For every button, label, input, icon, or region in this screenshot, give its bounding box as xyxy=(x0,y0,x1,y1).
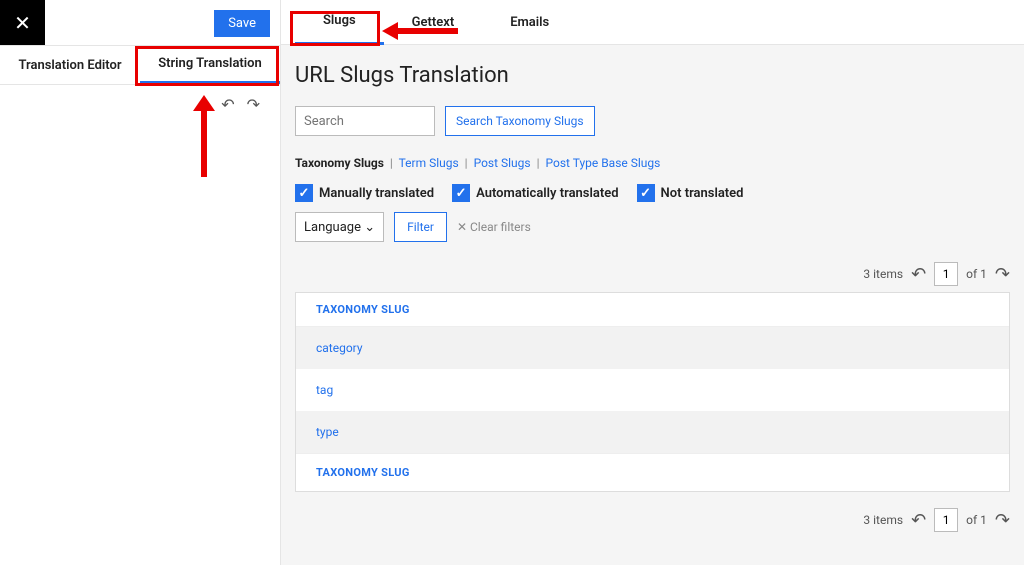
pager-of-text: of 1 xyxy=(966,513,987,527)
pager-page-input[interactable] xyxy=(934,508,958,532)
top-tab-emails[interactable]: Emails xyxy=(482,0,577,45)
table-row[interactable]: type xyxy=(296,411,1009,453)
subnav-taxonomy-slugs[interactable]: Taxonomy Slugs xyxy=(295,156,384,170)
slug-type-subnav: Taxonomy Slugs | Term Slugs | Post Slugs… xyxy=(295,156,1010,170)
save-button[interactable]: Save xyxy=(214,10,270,37)
table-footer: TAXONOMY SLUG xyxy=(296,453,1009,491)
main-area: URL Slugs Translation Search Taxonomy Sl… xyxy=(281,45,1024,565)
clear-filters[interactable]: ✕ Clear filters xyxy=(457,220,531,234)
pager-next-icon[interactable]: ↷ xyxy=(995,510,1010,531)
redo-icon[interactable]: ↷ xyxy=(247,95,260,114)
pager-next-icon[interactable]: ↷ xyxy=(995,264,1010,285)
subnav-term-slugs[interactable]: Term Slugs xyxy=(399,156,459,170)
undo-icon[interactable]: ↶ xyxy=(221,95,234,114)
subnav-post-slugs[interactable]: Post Slugs xyxy=(474,156,531,170)
checkbox-icon xyxy=(637,184,655,202)
undo-redo-group: ↶ ↷ xyxy=(221,95,260,114)
page-title: URL Slugs Translation xyxy=(295,63,1010,88)
pager-top: 3 items ↶ of 1 ↷ xyxy=(295,262,1010,286)
top-tab-gettext[interactable]: Gettext xyxy=(384,0,483,45)
pager-prev-icon[interactable]: ↶ xyxy=(911,264,926,285)
tab-translation-editor[interactable]: Translation Editor xyxy=(0,46,140,84)
search-taxonomy-button[interactable]: Search Taxonomy Slugs xyxy=(445,106,595,136)
tab-string-translation[interactable]: String Translation xyxy=(140,46,280,84)
top-tab-slugs[interactable]: Slugs xyxy=(295,0,384,45)
pager-bottom: 3 items ↶ of 1 ↷ xyxy=(295,508,1010,532)
slug-table: TAXONOMY SLUG category tag type TAXONOMY… xyxy=(295,292,1010,492)
close-icon: ✕ xyxy=(14,11,31,35)
table-row[interactable]: category xyxy=(296,327,1009,369)
check-automatically-translated[interactable]: Automatically translated xyxy=(452,184,618,202)
pager-of-text: of 1 xyxy=(966,267,987,281)
right-panel: Slugs Gettext Emails URL Slugs Translati… xyxy=(281,0,1024,565)
close-button[interactable]: ✕ xyxy=(0,0,45,45)
check-not-translated[interactable]: Not translated xyxy=(637,184,744,202)
checkbox-icon xyxy=(295,184,313,202)
left-panel: ✕ Save Translation Editor String Transla… xyxy=(0,0,281,565)
chevron-down-icon: ⌄ xyxy=(364,220,375,235)
language-select[interactable]: Language ⌄ xyxy=(295,212,384,242)
check-manually-translated[interactable]: Manually translated xyxy=(295,184,434,202)
pager-prev-icon[interactable]: ↶ xyxy=(911,510,926,531)
pager-items-count: 3 items xyxy=(863,513,903,527)
subnav-post-type-base-slugs[interactable]: Post Type Base Slugs xyxy=(546,156,661,170)
table-row[interactable]: tag xyxy=(296,369,1009,411)
table-header: TAXONOMY SLUG xyxy=(296,293,1009,327)
checkbox-icon xyxy=(452,184,470,202)
left-tabs: Translation Editor String Translation xyxy=(0,45,280,85)
close-icon: ✕ xyxy=(457,220,467,234)
search-input[interactable] xyxy=(295,106,435,136)
pager-items-count: 3 items xyxy=(863,267,903,281)
top-tabs: Slugs Gettext Emails xyxy=(281,0,1024,45)
pager-page-input[interactable] xyxy=(934,262,958,286)
filter-button[interactable]: Filter xyxy=(394,212,447,242)
